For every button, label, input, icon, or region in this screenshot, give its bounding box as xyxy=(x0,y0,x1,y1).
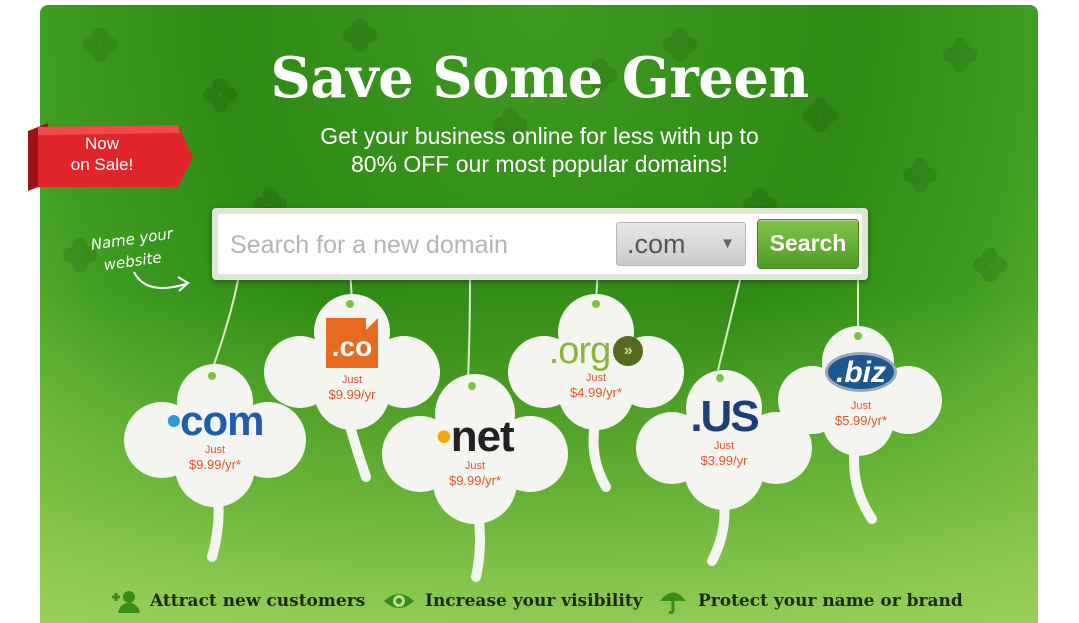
just-label: Just xyxy=(850,400,872,412)
chevron-down-icon: ▼ xyxy=(720,235,735,252)
tld-dropdown[interactable]: .com ▼ xyxy=(616,222,746,266)
feature-label: Attract new customers xyxy=(150,591,366,611)
add-user-icon xyxy=(112,591,140,613)
umbrella-icon xyxy=(660,592,686,614)
domain-search-bar: .com ▼ Search xyxy=(212,208,868,280)
eye-icon xyxy=(384,594,414,608)
feature-visibility: Increase your visibility xyxy=(383,588,643,614)
feature-attract: Attract new customers xyxy=(110,588,365,614)
co-logo: .co xyxy=(326,318,378,368)
domain-tag-biz[interactable]: .biz Just $5.99/yr* xyxy=(778,324,944,524)
feature-label: Increase your visibility xyxy=(425,591,643,611)
price-biz: $5.99/yr* xyxy=(834,413,888,428)
domain-search-input[interactable] xyxy=(228,224,612,266)
search-button[interactable]: Search xyxy=(757,219,859,269)
feature-label: Protect your name or brand xyxy=(698,591,963,611)
tld-selected-value: .com xyxy=(627,229,686,259)
feature-protect: Protect your name or brand xyxy=(658,588,963,614)
forward-icon: » xyxy=(613,336,644,366)
biz-logo: .biz xyxy=(825,352,897,392)
feature-list: Attract new customers Increase your visi… xyxy=(0,588,1079,618)
